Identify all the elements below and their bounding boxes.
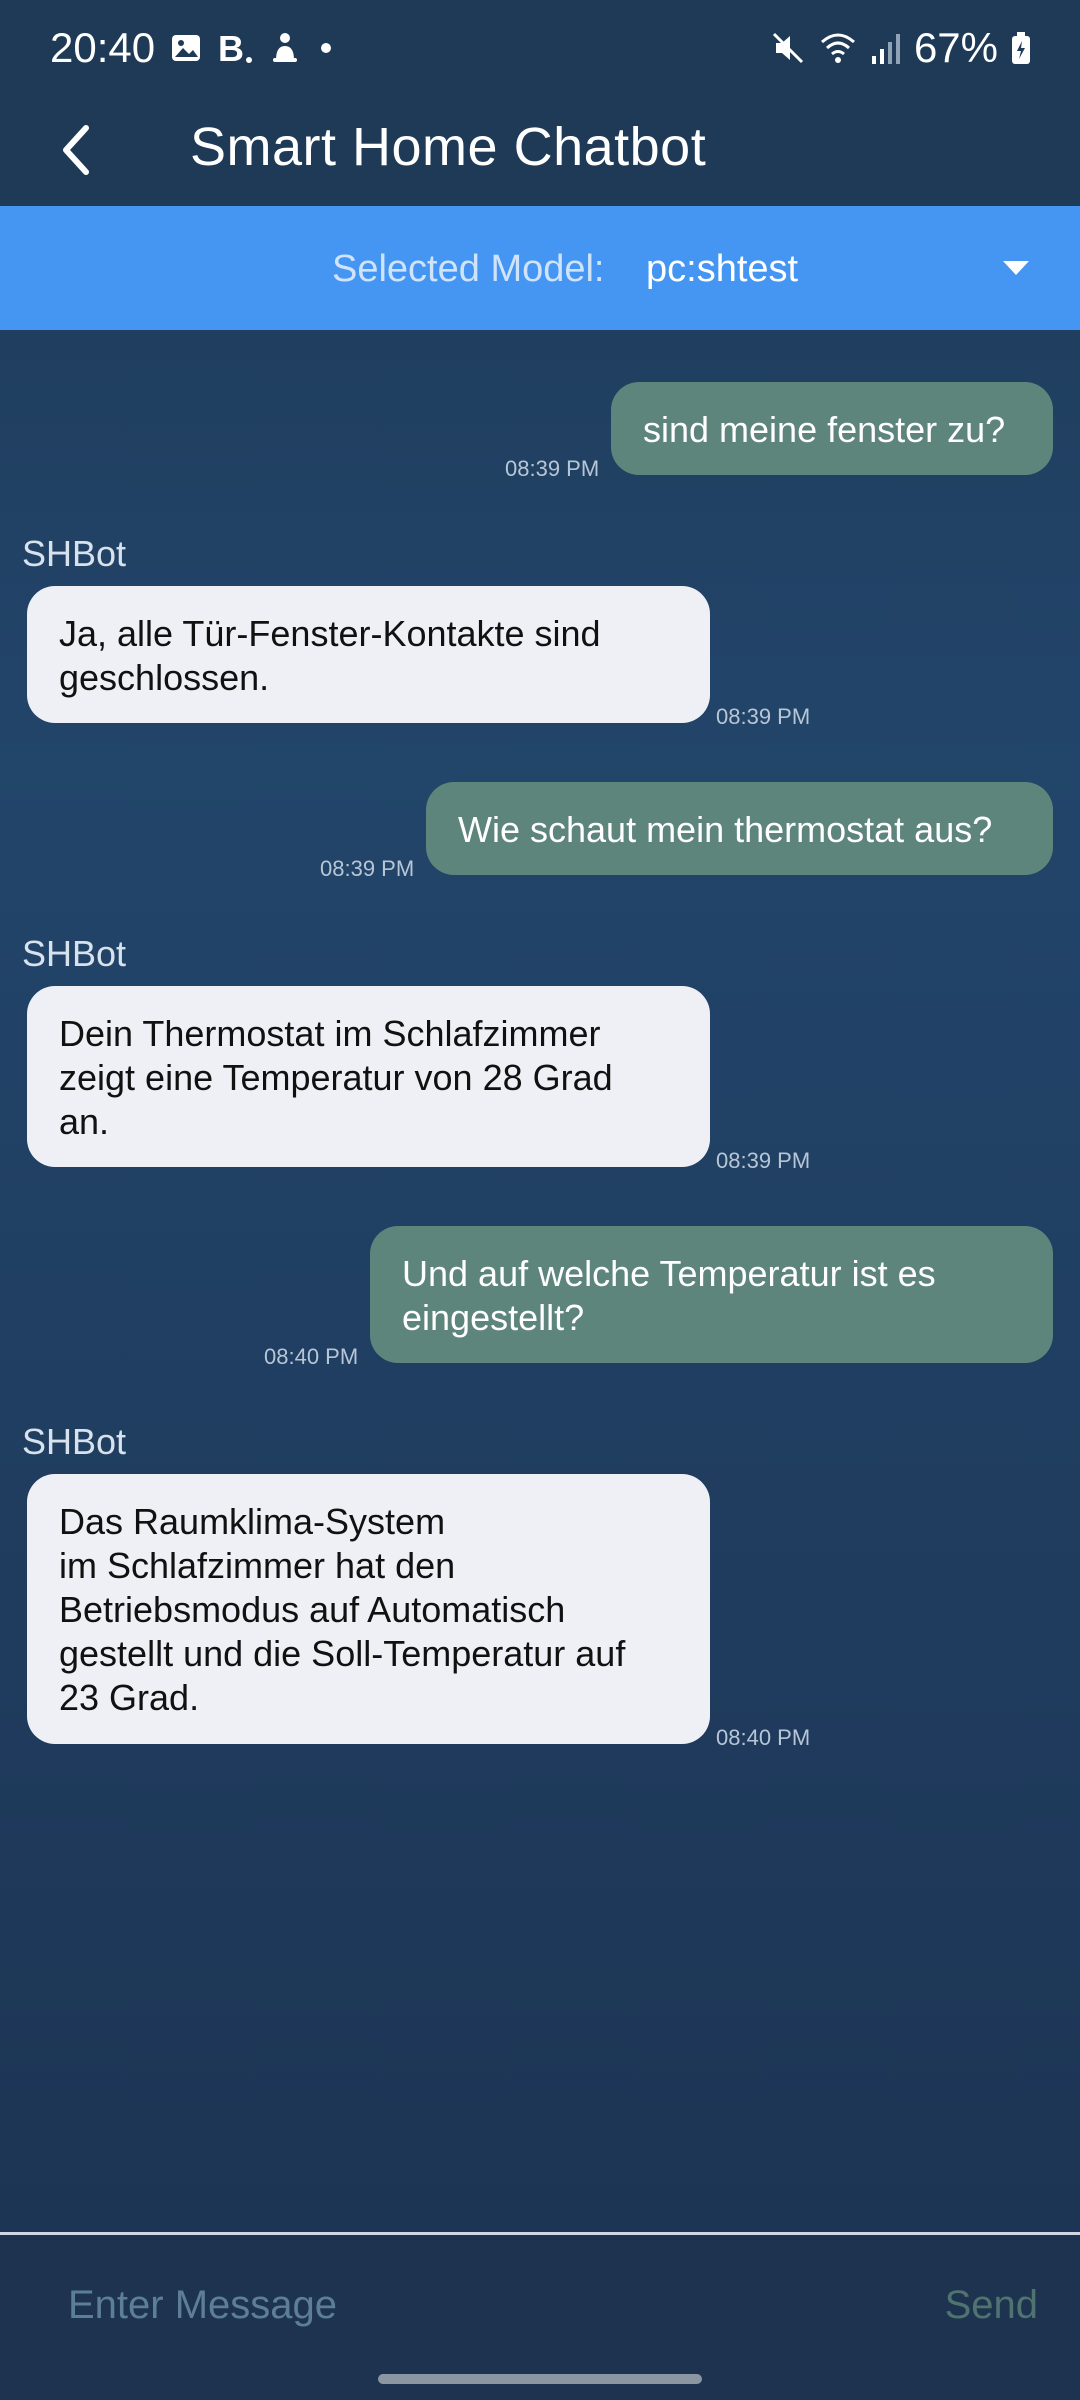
bot-message-bubble[interactable]: Ja, alle Tür-Fenster-Kontakte sind gesch… bbox=[27, 586, 710, 723]
message-timestamp: 08:40 PM bbox=[716, 1725, 811, 1750]
home-indicator[interactable] bbox=[378, 2374, 702, 2384]
user-message-bubble[interactable]: Wie schaut mein thermostat aus? bbox=[426, 782, 1053, 875]
message-timestamp: 08:39 PM bbox=[320, 856, 415, 881]
status-bar: 20:40 B 67% bbox=[0, 0, 1080, 96]
b-app-icon: B bbox=[218, 29, 252, 67]
back-arrow-icon bbox=[63, 125, 89, 175]
sender-name: SHBot bbox=[22, 1421, 127, 1462]
message-input[interactable] bbox=[44, 2265, 864, 2345]
model-selector[interactable]: Selected Model: pc:shtest bbox=[0, 206, 1080, 330]
model-label: Selected Model: bbox=[332, 248, 605, 290]
bot-message-bubble[interactable]: Das Raumklima-System im Schlafzimmer hat… bbox=[27, 1474, 710, 1744]
message-timestamp: 08:39 PM bbox=[716, 704, 811, 729]
back-button[interactable] bbox=[40, 114, 112, 186]
battery-icon bbox=[1012, 32, 1030, 64]
status-right-icons: 67% bbox=[770, 24, 1032, 72]
battery-percent: 67% bbox=[913, 24, 998, 71]
send-button[interactable]: Send bbox=[939, 2265, 1044, 2345]
signal-icon bbox=[871, 34, 900, 64]
svg-text:B: B bbox=[218, 29, 244, 67]
sender-name: SHBot bbox=[22, 533, 127, 574]
user-message-bubble[interactable]: Und auf welche Temperatur ist es eingest… bbox=[370, 1226, 1053, 1363]
image-icon bbox=[172, 35, 200, 61]
sender-name: SHBot bbox=[22, 933, 127, 974]
model-value[interactable]: pc:shtest bbox=[646, 248, 798, 291]
model-dropdown-button[interactable] bbox=[980, 242, 1052, 294]
dot-icon bbox=[321, 43, 331, 53]
mute-icon bbox=[772, 32, 803, 64]
wifi-icon bbox=[820, 33, 855, 63]
page-title: Smart Home Chatbot bbox=[190, 117, 707, 177]
status-left-icons: B bbox=[170, 28, 336, 68]
status-time: 20:40 bbox=[50, 24, 156, 71]
message-timestamp: 08:40 PM bbox=[264, 1344, 359, 1369]
message-timestamp: 08:39 PM bbox=[716, 1148, 811, 1173]
user-message-bubble[interactable]: sind meine fenster zu? bbox=[611, 382, 1053, 475]
notification-icon bbox=[273, 33, 297, 62]
caret-down-icon bbox=[1003, 261, 1029, 275]
bot-message-bubble[interactable]: Dein Thermostat im Schlafzimmer zeigt ei… bbox=[27, 986, 710, 1167]
app-bar: Smart Home Chatbot bbox=[0, 96, 1080, 206]
message-timestamp: 08:39 PM bbox=[505, 456, 600, 481]
